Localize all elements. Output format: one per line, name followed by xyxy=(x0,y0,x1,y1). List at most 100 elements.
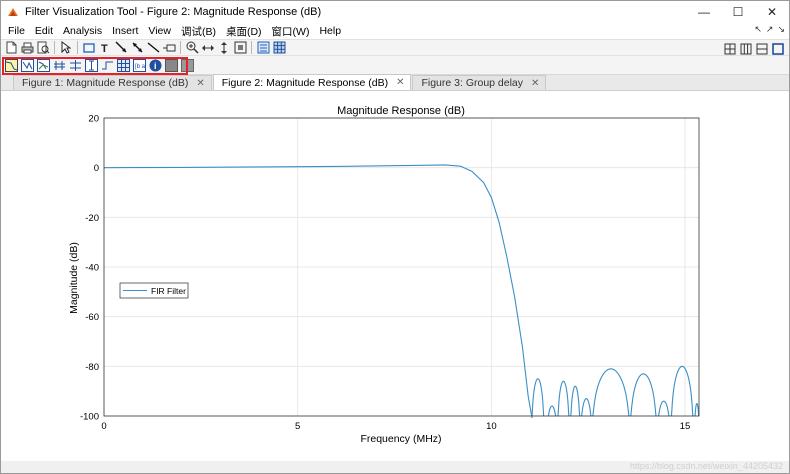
watermark: https://blog.csdn.net/weixin_44205432 xyxy=(629,461,783,471)
menu-debug[interactable]: 调试(B) xyxy=(177,24,220,39)
info-icon[interactable]: i xyxy=(147,58,163,73)
svg-text:i: i xyxy=(154,61,157,71)
figure-toolbar: T xyxy=(1,39,789,56)
pole-zero-icon[interactable] xyxy=(115,58,131,73)
tab-figure-2[interactable]: Figure 2: Magnitude Response (dB) ✕ xyxy=(212,74,412,90)
zoom-x-icon[interactable] xyxy=(200,40,216,55)
minimize-figure-icon[interactable]: ↘ xyxy=(777,24,785,35)
series-line-stopband-lobe xyxy=(592,368,630,417)
text-icon[interactable]: T xyxy=(97,40,113,55)
tab-figure-3[interactable]: Figure 3: Group delay ✕ xyxy=(412,75,547,90)
print-preview-icon[interactable] xyxy=(35,40,51,55)
tab-label: Figure 3: Group delay xyxy=(421,77,524,89)
toolbar-separator xyxy=(54,41,55,54)
x-axis-label: Frequency (MHz) xyxy=(360,433,441,445)
legend[interactable]: FIR Filter xyxy=(119,282,189,299)
magnitude-phase-icon[interactable] xyxy=(35,58,51,73)
rectangle-icon[interactable] xyxy=(81,40,97,55)
magnitude-response-icon[interactable] xyxy=(3,58,19,73)
legend-icon[interactable] xyxy=(255,40,271,55)
y-tick-label: -60 xyxy=(85,312,99,323)
toolbar-separator xyxy=(180,41,181,54)
app-window: Filter Visualization Tool - Figure 2: Ma… xyxy=(0,0,790,474)
series-line-stopband-lobe xyxy=(630,373,657,417)
menu-view[interactable]: View xyxy=(144,25,175,37)
double-arrow-icon[interactable] xyxy=(129,40,145,55)
y-axis-label: Magnitude (dB) xyxy=(68,242,80,314)
series-line-stopband-lobe xyxy=(581,398,592,417)
y-tick-label: 0 xyxy=(94,163,99,174)
arrow-icon[interactable] xyxy=(113,40,129,55)
toolbar-separator xyxy=(251,41,252,54)
y-tick-label: -100 xyxy=(80,412,99,423)
y-tick-label: -20 xyxy=(85,213,99,224)
minimize-button[interactable]: — xyxy=(687,1,721,23)
step-response-icon[interactable] xyxy=(99,58,115,73)
split-rows-icon[interactable] xyxy=(754,41,770,56)
zoom-in-icon[interactable] xyxy=(184,40,200,55)
x-tick-label: 0 xyxy=(101,421,106,432)
figure-area: Magnitude Response (dB) Magnitude (dB) F… xyxy=(1,91,789,461)
maximize-button[interactable]: ☐ xyxy=(721,1,755,23)
menu-analysis[interactable]: Analysis xyxy=(59,25,106,37)
properties-icon[interactable] xyxy=(163,58,179,73)
phase-response-icon[interactable] xyxy=(19,58,35,73)
legend-entry: FIR Filter xyxy=(151,286,186,296)
svg-text:[b a]: [b a] xyxy=(135,64,146,70)
group-delay-icon[interactable] xyxy=(51,58,67,73)
chart-title: Magnitude Response (dB) xyxy=(337,105,465,117)
full-view-icon[interactable] xyxy=(232,40,248,55)
tab-figure-1[interactable]: Figure 1: Magnitude Response (dB) ✕ xyxy=(13,75,212,90)
matlab-icon xyxy=(8,8,18,16)
x-tick-label: 5 xyxy=(295,421,300,432)
series-line-stopband-lobe xyxy=(557,380,570,417)
toolbar-separator xyxy=(77,41,78,54)
y-tick-label: 20 xyxy=(88,114,99,125)
undock-icon[interactable]: ↖ xyxy=(754,24,762,35)
tile-icon[interactable] xyxy=(722,41,738,56)
title-bar: Filter Visualization Tool - Figure 2: Ma… xyxy=(1,1,789,23)
export-icon[interactable] xyxy=(179,58,195,73)
print-icon[interactable] xyxy=(19,40,35,55)
menu-help[interactable]: Help xyxy=(315,25,345,37)
status-bar: https://blog.csdn.net/weixin_44205432 xyxy=(1,461,789,473)
pin-icon[interactable] xyxy=(161,40,177,55)
impulse-response-icon[interactable] xyxy=(83,58,99,73)
tab-label: Figure 2: Magnitude Response (dB) xyxy=(221,76,389,89)
tab-label: Figure 1: Magnitude Response (dB) xyxy=(22,77,189,89)
grid-icon[interactable] xyxy=(271,40,287,55)
series-line-stopband-lobe xyxy=(547,405,557,417)
menu-edit[interactable]: Edit xyxy=(31,25,57,37)
series-line-stopband-lobe xyxy=(694,402,700,417)
split-columns-icon[interactable] xyxy=(738,41,754,56)
series-line-stopband-lobe xyxy=(670,365,694,417)
close-icon[interactable]: ✕ xyxy=(196,78,204,89)
dock-icon[interactable]: ↗ xyxy=(766,24,774,35)
line-icon[interactable] xyxy=(145,40,161,55)
maximize-icon[interactable] xyxy=(770,41,786,56)
series-line-stopband-lobe xyxy=(657,400,670,417)
magnitude-response-chart[interactable]: Magnitude Response (dB) Magnitude (dB) F… xyxy=(1,91,789,461)
menu-insert[interactable]: Insert xyxy=(108,25,142,37)
menu-file[interactable]: File xyxy=(4,25,29,37)
series-line-stopband-lobe xyxy=(531,378,545,417)
phase-delay-icon[interactable] xyxy=(67,58,83,73)
menu-bar: File Edit Analysis Insert View 调试(B) 桌面(… xyxy=(1,23,789,39)
close-icon[interactable]: ✕ xyxy=(531,78,539,89)
x-tick-label: 15 xyxy=(680,421,691,432)
coefficients-icon[interactable]: [b a] xyxy=(131,58,147,73)
new-document-icon[interactable] xyxy=(3,40,19,55)
x-tick-label: 10 xyxy=(486,421,497,432)
pointer-icon[interactable] xyxy=(58,40,74,55)
window-title: Filter Visualization Tool - Figure 2: Ma… xyxy=(25,6,322,18)
y-tick-label: -80 xyxy=(85,362,99,373)
analysis-toolbar: [b a] i xyxy=(1,56,789,75)
figure-tabs: Figure 1: Magnitude Response (dB) ✕ Figu… xyxy=(1,74,789,91)
close-button[interactable]: ✕ xyxy=(755,1,789,23)
menu-desktop[interactable]: 桌面(D) xyxy=(222,24,266,39)
series-line-stopband-lobe xyxy=(570,385,581,417)
menu-window[interactable]: 窗口(W) xyxy=(268,24,314,39)
zoom-y-icon[interactable] xyxy=(216,40,232,55)
svg-text:T: T xyxy=(101,43,108,54)
close-icon[interactable]: ✕ xyxy=(396,77,404,88)
